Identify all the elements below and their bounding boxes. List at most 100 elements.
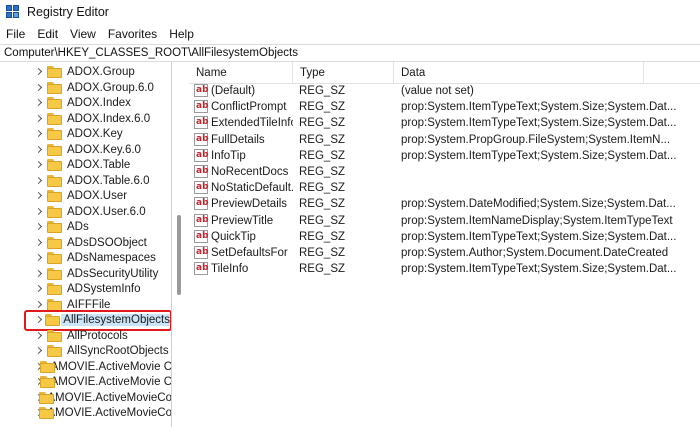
tree-item[interactable]: ADOX.Index [0, 95, 171, 111]
folder-icon [47, 252, 62, 264]
tree-item[interactable]: ADSystemInfo [0, 281, 171, 297]
value-data: prop:System.ItemTypeText;System.Size;Sys… [401, 117, 677, 130]
menu-view[interactable]: View [64, 24, 102, 44]
tree-item[interactable]: ADOX.Table [0, 157, 171, 173]
tree-item[interactable]: ADOX.User [0, 188, 171, 204]
chevron-right-icon[interactable] [34, 98, 44, 108]
tree-item[interactable]: ADOX.Table.6.0 [0, 173, 171, 189]
tree-item[interactable]: AMOVIE.ActiveMovieCo [0, 405, 171, 421]
chevron-right-icon[interactable] [34, 300, 44, 310]
value-data: prop:System.PropGroup.FileSystem;System.… [401, 133, 671, 146]
tree-item[interactable]: ADOX.Key.6.0 [0, 142, 171, 158]
folder-icon [40, 376, 56, 388]
address-path[interactable]: Computer\HKEY_CLASSES_ROOT\AllFilesystem… [4, 47, 298, 59]
tree-scrollbar[interactable] [177, 65, 181, 425]
value-row[interactable]: ab FullDetails REG_SZ prop:System.PropGroup… [189, 132, 700, 148]
chevron-right-icon[interactable] [34, 191, 44, 201]
tree-item-label: ADsNamespaces [67, 252, 156, 264]
chevron-right-icon[interactable] [34, 222, 44, 232]
string-value-glyph: ab [196, 214, 209, 225]
menu-favorites[interactable]: Favorites [102, 24, 163, 44]
value-row[interactable]: ab TileInfo REG_SZ prop:System.ItemTypeText… [189, 261, 700, 277]
chevron-right-icon[interactable] [34, 83, 44, 93]
value-data: prop:System.ItemTypeText;System.Size;Sys… [401, 101, 677, 114]
menu-file[interactable]: File [0, 24, 31, 44]
tree-item[interactable]: ADsDSOObject [0, 235, 171, 251]
chevron-right-icon[interactable] [34, 114, 44, 124]
folder-icon [47, 81, 62, 94]
tree-item[interactable]: AMOVIE.ActiveMovie C [0, 374, 171, 390]
registry-tree[interactable]: ADOX.Group ADOX.Group.6.0 ADOX.Index ADOX.I… [0, 62, 172, 427]
value-row[interactable]: ab PreviewTitle REG_SZ prop:System.ItemName… [189, 213, 700, 229]
menu-edit[interactable]: Edit [31, 24, 64, 44]
value-type: REG_SZ [299, 263, 346, 276]
chevron-right-icon[interactable] [34, 331, 44, 341]
value-row[interactable]: ab NoRecentDocs REG_SZ [189, 164, 700, 180]
value-row[interactable]: ab InfoTip REG_SZ prop:System.ItemTypeText;… [189, 148, 700, 164]
value-name: PreviewTitle [211, 214, 274, 227]
chevron-right-icon[interactable] [34, 145, 44, 155]
chevron-right-icon[interactable] [34, 207, 44, 217]
tree-item[interactable]: AMOVIE.ActiveMovieCo [0, 390, 171, 406]
value-row[interactable]: ab SetDefaultsFor REG_SZ prop:System.Author… [189, 245, 700, 261]
value-type: REG_SZ [299, 101, 346, 114]
address-bar[interactable]: Computer\HKEY_CLASSES_ROOT\AllFilesystem… [0, 44, 700, 62]
value-type: REG_SZ [299, 198, 346, 211]
tree-item[interactable]: ADs [0, 219, 171, 235]
chevron-right-icon[interactable] [34, 377, 37, 387]
value-row[interactable]: ab ConflictPrompt REG_SZ prop:System.ItemTy… [189, 99, 700, 115]
chevron-right-icon[interactable] [34, 362, 37, 372]
folder-icon [47, 205, 62, 218]
tree-item[interactable]: AMOVIE.ActiveMovie C [0, 359, 171, 375]
chevron-right-icon[interactable] [34, 238, 44, 248]
value-name: QuickTip [211, 230, 256, 243]
value-name: ConflictPrompt [211, 101, 287, 114]
chevron-right-icon[interactable] [34, 408, 36, 418]
column-type-header[interactable]: Type [293, 62, 394, 84]
value-row[interactable]: ab PreviewDetails REG_SZ prop:System.DateMo… [189, 196, 700, 212]
string-value-icon: ab [194, 246, 209, 259]
tree-item[interactable]: ADOX.Group [0, 64, 171, 80]
values-list[interactable]: Name Type Data ab (Default) REG_SZ (value n… [189, 62, 700, 427]
folder-icon [47, 283, 62, 295]
chevron-right-icon[interactable] [34, 284, 44, 294]
chevron-right-icon[interactable] [34, 346, 44, 356]
column-name-header[interactable]: Name [189, 62, 293, 84]
string-value-glyph: ab [196, 85, 209, 95]
chevron-right-icon[interactable] [34, 393, 36, 403]
string-value-icon: ab [194, 132, 209, 146]
chevron-right-icon[interactable] [34, 67, 44, 77]
scrollbar-thumb[interactable] [177, 215, 181, 295]
chevron-right-icon[interactable] [34, 253, 44, 263]
chevron-right-icon[interactable] [34, 176, 44, 186]
menu-help[interactable]: Help [163, 24, 200, 44]
tree-item[interactable]: ADOX.User.6.0 [0, 204, 171, 220]
string-value-icon: ab [194, 84, 209, 97]
chevron-right-icon[interactable] [34, 129, 44, 139]
value-row[interactable]: ab NoStaticDefault... REG_SZ [189, 180, 700, 196]
value-row[interactable]: ab QuickTip REG_SZ prop:System.ItemTypeText… [189, 229, 700, 245]
chevron-right-icon[interactable] [34, 160, 44, 170]
value-name: TileInfo [211, 263, 249, 276]
value-data [401, 164, 699, 180]
folder-icon [47, 128, 62, 140]
tree-item[interactable]: ADsNamespaces [0, 250, 171, 266]
chevron-right-icon[interactable] [34, 269, 44, 279]
column-data-header[interactable]: Data [394, 62, 644, 84]
tree-item[interactable]: ADOX.Group.6.0 [0, 80, 171, 96]
folder-icon [47, 267, 62, 280]
tree-item[interactable]: AllSyncRootObjects [0, 343, 171, 359]
value-row[interactable]: ab ExtendedTileInfo REG_SZ prop:System.Item… [189, 115, 700, 131]
tree-item[interactable]: ADOX.Index.6.0 [0, 111, 171, 127]
tree-item[interactable]: AllProtocols [0, 328, 171, 344]
string-value-glyph: ab [196, 117, 209, 128]
value-row[interactable]: ab (Default) REG_SZ (value not set) [189, 83, 700, 99]
tree-item[interactable]: ADsSecurityUtility [0, 266, 171, 282]
value-type: REG_SZ [299, 182, 346, 195]
value-data: prop:System.ItemTypeText;System.Size;Sys… [401, 149, 677, 162]
value-name: PreviewDetails [211, 198, 288, 211]
string-value-icon: ab [194, 148, 209, 162]
tree-item[interactable]: ADOX.Key [0, 126, 171, 142]
tree-item-label: ADOX.Index.6.0 [67, 112, 151, 125]
value-name: SetDefaultsFor [211, 247, 288, 259]
